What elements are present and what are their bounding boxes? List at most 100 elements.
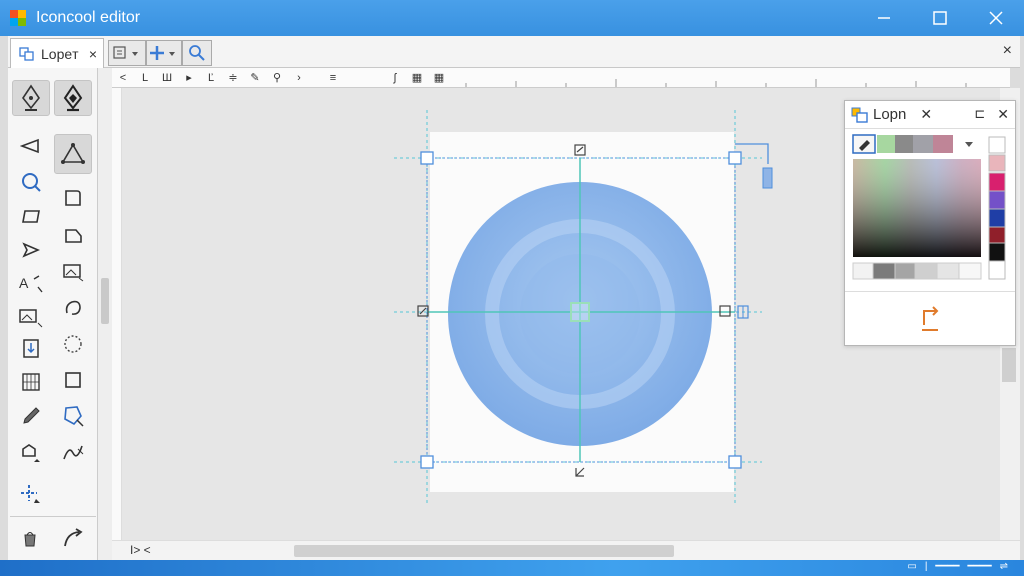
minimize-button[interactable] [856, 0, 912, 36]
magnifier-tool[interactable] [12, 164, 50, 200]
grid-tool[interactable] [12, 364, 50, 400]
pen-filled-tool[interactable] [54, 80, 92, 116]
toolbox-scrollbar[interactable] [98, 68, 112, 560]
window-title: Iconcool editor [36, 9, 141, 26]
square-icon [65, 372, 81, 388]
bucket-tool[interactable] [12, 520, 50, 556]
grid-icon [22, 373, 40, 391]
maximize-icon [933, 11, 947, 25]
maximize-button[interactable] [912, 0, 968, 36]
eyedropper-tool[interactable] [12, 398, 50, 434]
crosshair-icon [21, 485, 40, 503]
image-frame-tool[interactable] [54, 254, 92, 290]
arrow-select-tool[interactable] [12, 232, 50, 268]
zoom-button[interactable] [182, 40, 212, 66]
ruler-tool-2[interactable]: Ш [156, 69, 178, 87]
scrollbar-thumb[interactable] [1002, 348, 1016, 382]
lasso-tool[interactable] [54, 290, 92, 326]
transform-icon [22, 444, 40, 462]
lasso-icon [65, 300, 81, 315]
tag-shape-tool[interactable] [54, 218, 92, 254]
ruler-tool-6[interactable]: ✎ [244, 69, 266, 87]
document-tab-bar: Lopeт × × [8, 36, 1020, 68]
scrollbar-thumb[interactable] [294, 545, 674, 557]
swap-colors-button[interactable] [845, 291, 1015, 345]
path-icon [63, 445, 84, 460]
ruler-tool-1[interactable]: L [134, 69, 156, 87]
eyedropper-icon [23, 407, 40, 424]
color-panel-close-button[interactable]: ✕ [920, 106, 932, 123]
toolbox-separator [10, 516, 96, 517]
zoom-indicator[interactable]: I> < [130, 543, 151, 557]
color-panel-title: Lopn [873, 106, 907, 123]
rounded-rect-tool[interactable] [54, 180, 92, 216]
swap-colors-icon [922, 305, 939, 331]
select-dropdown-icon [113, 46, 138, 59]
polygon-select-icon [64, 406, 84, 427]
ruler-tool-5[interactable]: ≑ [222, 69, 244, 87]
close-button[interactable] [968, 0, 1024, 36]
panel-close-button[interactable]: ✕ [997, 106, 1009, 123]
document-icon [19, 46, 34, 61]
document-tab-label: Lopeт [41, 45, 79, 62]
ruler-tool-11[interactable]: ▦ [406, 69, 428, 87]
megaphone-tool[interactable] [12, 128, 50, 164]
system-tray: ▭ | ━━━━ ━━━━ ⇌ [907, 561, 1008, 572]
tray-slider[interactable]: ━━━━ [935, 561, 959, 572]
text-tool[interactable]: A [12, 266, 50, 302]
ruler-tool-3[interactable]: ▸ [178, 69, 200, 87]
magnifier-icon [22, 173, 41, 192]
rect-tool[interactable] [12, 198, 50, 234]
document-tab[interactable]: Lopeт × [10, 38, 104, 68]
ruler-tool-4[interactable]: Ľ [200, 69, 222, 87]
ruler-tool-9[interactable]: ≡ [322, 69, 344, 87]
panel-close-button[interactable]: × [1003, 42, 1012, 60]
close-icon [989, 11, 1003, 25]
tray-network-icon[interactable]: ⇌ [1000, 561, 1008, 572]
rect-icon [22, 210, 40, 223]
path-tool[interactable] [54, 434, 92, 470]
triangle-node-icon [61, 143, 85, 164]
tray-window-icon[interactable]: ▭ [907, 561, 916, 572]
pen-tool[interactable] [12, 80, 50, 116]
toolbox: A [8, 68, 98, 560]
scrollbar-thumb[interactable] [101, 278, 109, 324]
polygon-select-tool[interactable] [54, 398, 92, 434]
import-tool[interactable] [12, 330, 50, 366]
move-tool-button[interactable] [146, 40, 182, 66]
svg-text:A: A [19, 275, 29, 291]
color-panel: Lopn ✕ ⊏ ✕ [844, 100, 1016, 346]
rounded-rect-icon [65, 190, 81, 206]
image-frame-icon [63, 264, 84, 282]
crosshair-tool[interactable] [12, 476, 50, 512]
ruler-tool-8[interactable]: › [288, 69, 310, 87]
bucket-icon [24, 532, 36, 547]
curve-arrow-icon [64, 528, 83, 547]
app-logo-icon [10, 10, 26, 26]
move-tool-icon [150, 46, 175, 60]
square-tool[interactable] [54, 362, 92, 398]
ruler-tool-0[interactable]: < [112, 69, 134, 87]
triangle-node-tool[interactable] [54, 134, 92, 174]
select-mode-button[interactable] [108, 40, 146, 66]
canvas-horizontal-scrollbar[interactable]: I> < [112, 540, 1020, 560]
pen-filled-icon [63, 84, 83, 112]
ellipse-dashed-tool[interactable] [54, 326, 92, 362]
color-picker[interactable] [845, 129, 1015, 291]
tag-shape-icon [65, 229, 82, 243]
transform-tool[interactable] [12, 434, 50, 470]
tab-close-button[interactable]: × [89, 46, 97, 62]
ruler-tool-10[interactable]: ʃ [384, 69, 406, 87]
panel-pin-button[interactable]: ⊏ [974, 106, 985, 123]
palette-icon [851, 107, 868, 123]
color-panel-header: Lopn ✕ ⊏ ✕ [845, 101, 1015, 129]
ruler-tool-7[interactable]: ⚲ [266, 69, 288, 87]
pen-icon [22, 84, 40, 111]
tray-slider-2[interactable]: ━━━━ [968, 561, 992, 572]
curve-arrow-tool[interactable] [54, 520, 92, 556]
ruler-tool-12[interactable]: ▦ [428, 69, 450, 87]
text-tool-icon: A [19, 275, 43, 293]
arrow-select-icon [22, 242, 41, 258]
vertical-ruler [112, 88, 122, 540]
canvas-ruler-toolbar: < L Ш ▸ Ľ ≑ ✎ ⚲ › ≡ ʃ ▦ ▦ [112, 68, 1010, 88]
